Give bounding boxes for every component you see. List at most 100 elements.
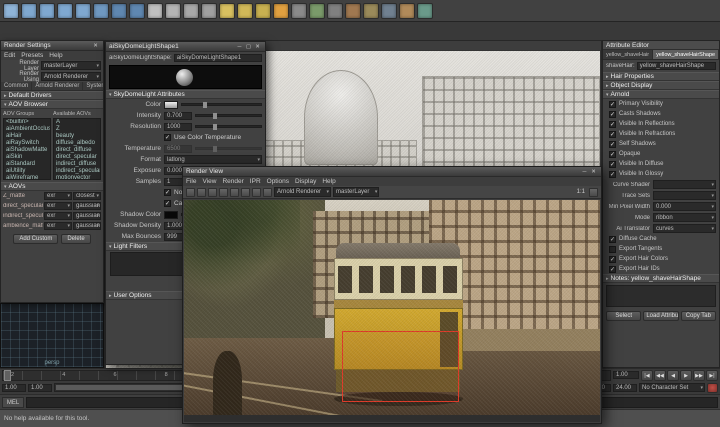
arnold-checkbox-row[interactable]: Visible In Refractions (603, 129, 719, 139)
attribute-value-field[interactable]: curves (653, 224, 716, 233)
checkbox[interactable] (609, 121, 616, 128)
intensity-slider[interactable] (195, 114, 262, 117)
ambience_matte[interactable]: ambience_matte exr gaussian (1, 221, 103, 231)
attribute-value-field[interactable]: ribbon (653, 213, 716, 222)
sphere-icon[interactable] (3, 3, 19, 19)
render-view-menu-item[interactable]: Options (264, 178, 292, 185)
torus-icon[interactable] (93, 3, 109, 19)
skydome-titlebar[interactable]: aiSkyDomeLightShape1 ─ ▢ ✕ (106, 42, 265, 52)
add-custom-aov-button[interactable]: Add Custom (13, 234, 58, 244)
playback-button[interactable]: |◀ (641, 370, 653, 381)
animation-end-field[interactable]: 24.00 (613, 384, 637, 392)
aov-driver-dropdown[interactable]: exr (44, 192, 72, 200)
aov-driver-dropdown[interactable]: exr (44, 202, 72, 210)
render-view-menu-item[interactable]: File (183, 178, 199, 185)
maximize-icon[interactable]: ▢ (244, 44, 253, 50)
arnold-checkbox-row[interactable]: Export Hair IDs (603, 264, 719, 274)
arnold-checkbox-row[interactable]: Visible In Reflections (603, 119, 719, 129)
available-aovs-list[interactable]: AZbeautydiffuse_albedodirect_diffusedire… (53, 118, 101, 180)
menu-item[interactable]: Help (46, 52, 65, 59)
playback-button[interactable]: ▶| (706, 370, 718, 381)
plane-icon[interactable] (75, 3, 91, 19)
nurbs-cube-icon[interactable] (129, 3, 145, 19)
render-view-window[interactable]: Render View ─ ✕ FileViewRenderIPROptions… (182, 166, 602, 424)
checkbox[interactable] (609, 161, 616, 168)
playback-button[interactable]: ▶▶ (693, 370, 705, 381)
aov-group-item[interactable]: aiStandard (4, 161, 50, 168)
intensity-field[interactable]: 0.700 (164, 112, 192, 120)
aov-group-item[interactable]: aiRaySwitch (4, 140, 50, 147)
rgb-channels-icon[interactable] (252, 188, 261, 197)
checkbox[interactable] (609, 101, 616, 108)
checkbox[interactable] (609, 246, 616, 253)
available-aov-item[interactable]: diffuse_albedo (54, 140, 100, 147)
aov-filter-dropdown[interactable]: gaussian (73, 202, 101, 210)
close-icon[interactable]: ✕ (589, 169, 598, 175)
section-default-drivers[interactable]: ▸ Default Drivers (1, 91, 103, 100)
normalize-checkbox[interactable] (164, 189, 171, 196)
camera-icon[interactable] (381, 3, 397, 19)
attribute-field-row[interactable]: Trace Sets (603, 190, 719, 201)
render-view-titlebar[interactable]: Render View ─ ✕ (183, 167, 601, 177)
open-image-icon[interactable] (186, 188, 195, 197)
checkbox[interactable] (609, 266, 616, 273)
color-swatch[interactable] (164, 101, 178, 109)
render-settings-window[interactable]: Render Settings ✕ EditPresetsHelp Render… (0, 40, 104, 303)
spot-light-icon[interactable] (237, 3, 253, 19)
render-region-icon[interactable] (219, 188, 228, 197)
current-time-marker[interactable] (4, 370, 11, 381)
notes-textarea[interactable] (606, 285, 716, 307)
available-aov-item[interactable]: direct_diffuse (54, 147, 100, 154)
available-aov-item[interactable]: motionvector (54, 175, 100, 180)
playback-button[interactable]: ▶ (680, 370, 692, 381)
cast-shadows-checkbox[interactable] (164, 200, 171, 207)
ipr-render-icon[interactable] (230, 188, 239, 197)
arnold-checkbox-row[interactable]: Opaque (603, 149, 719, 159)
cone-icon[interactable] (57, 3, 73, 19)
attribute-editor-tab[interactable]: yellow_shaveHair (603, 50, 653, 60)
attribute-editor-tab[interactable]: yellow_shaveHairShape (653, 50, 719, 60)
render-view-menu-item[interactable]: View (199, 178, 219, 185)
playback-start-field[interactable]: 1.00 (28, 384, 52, 392)
node-name-field[interactable]: aiSkyDomeLightShape1 (174, 54, 262, 62)
cv-curve-icon[interactable] (147, 3, 163, 19)
save-image-icon[interactable] (197, 188, 206, 197)
direct_specular[interactable]: direct_specular exr gaussian (1, 201, 103, 211)
ipr-render-icon[interactable] (309, 3, 325, 19)
checkbox[interactable] (609, 111, 616, 118)
available-aov-item[interactable]: beauty (54, 133, 100, 140)
render-settings-tab[interactable]: Common (1, 82, 32, 91)
indirect_specular[interactable]: indirect_specular exr gaussian (1, 211, 103, 221)
attribute-field-row[interactable]: Curve Shader (603, 179, 719, 190)
aov-group-item[interactable]: aiAmbientOcclusion (4, 126, 50, 133)
character-set-dropdown[interactable]: No Character Set (639, 383, 705, 392)
use-color-temperature-checkbox[interactable] (164, 134, 171, 141)
aov-groups-list[interactable]: <builtin>aiAmbientOcclusionaiHairaiRaySw… (3, 118, 51, 180)
attribute-field-row[interactable]: Ai Translator curves (603, 223, 719, 234)
alpha-channel-icon[interactable] (263, 188, 272, 197)
arnold-checkbox-row[interactable]: Primary Visibility (603, 99, 719, 109)
render-settings-titlebar[interactable]: Render Settings ✕ (1, 41, 103, 51)
aov-driver-dropdown[interactable]: exr (44, 222, 72, 230)
aov-group-item[interactable]: <builtin> (4, 119, 50, 126)
temperature-field[interactable]: 6500 (164, 145, 192, 153)
available-aov-item[interactable]: indirect_specular (54, 168, 100, 175)
render-settings-tab[interactable]: Arnold Renderer (32, 82, 83, 91)
aov-driver-dropdown[interactable]: exr (44, 212, 72, 220)
render-view-menu-item[interactable]: Render (219, 178, 246, 185)
color-slider[interactable] (181, 103, 262, 106)
section-aov-browser[interactable]: ▾ AOV Browser (1, 100, 103, 109)
nurbs-sphere-icon[interactable] (111, 3, 127, 19)
render-view-menu-item[interactable]: Help (319, 178, 338, 185)
aov-group-item[interactable]: aiWireframe (4, 175, 50, 180)
checkbox[interactable] (609, 171, 616, 178)
attribute-editor-panel[interactable]: Attribute Editor yellow_shaveHairyellow_… (602, 40, 720, 368)
renderer-dropdown[interactable]: Arnold Renderer (274, 187, 331, 197)
render-settings-tab[interactable]: System (83, 82, 103, 91)
command-language-toggle[interactable]: MEL (2, 397, 24, 408)
redo-render-icon[interactable] (208, 188, 217, 197)
aov-filter-dropdown[interactable]: closest (73, 192, 101, 200)
render-view-menu-item[interactable]: IPR (247, 178, 264, 185)
arnold-checkbox-row[interactable]: Export Hair Colors (603, 254, 719, 264)
available-aov-item[interactable]: direct_specular (54, 154, 100, 161)
